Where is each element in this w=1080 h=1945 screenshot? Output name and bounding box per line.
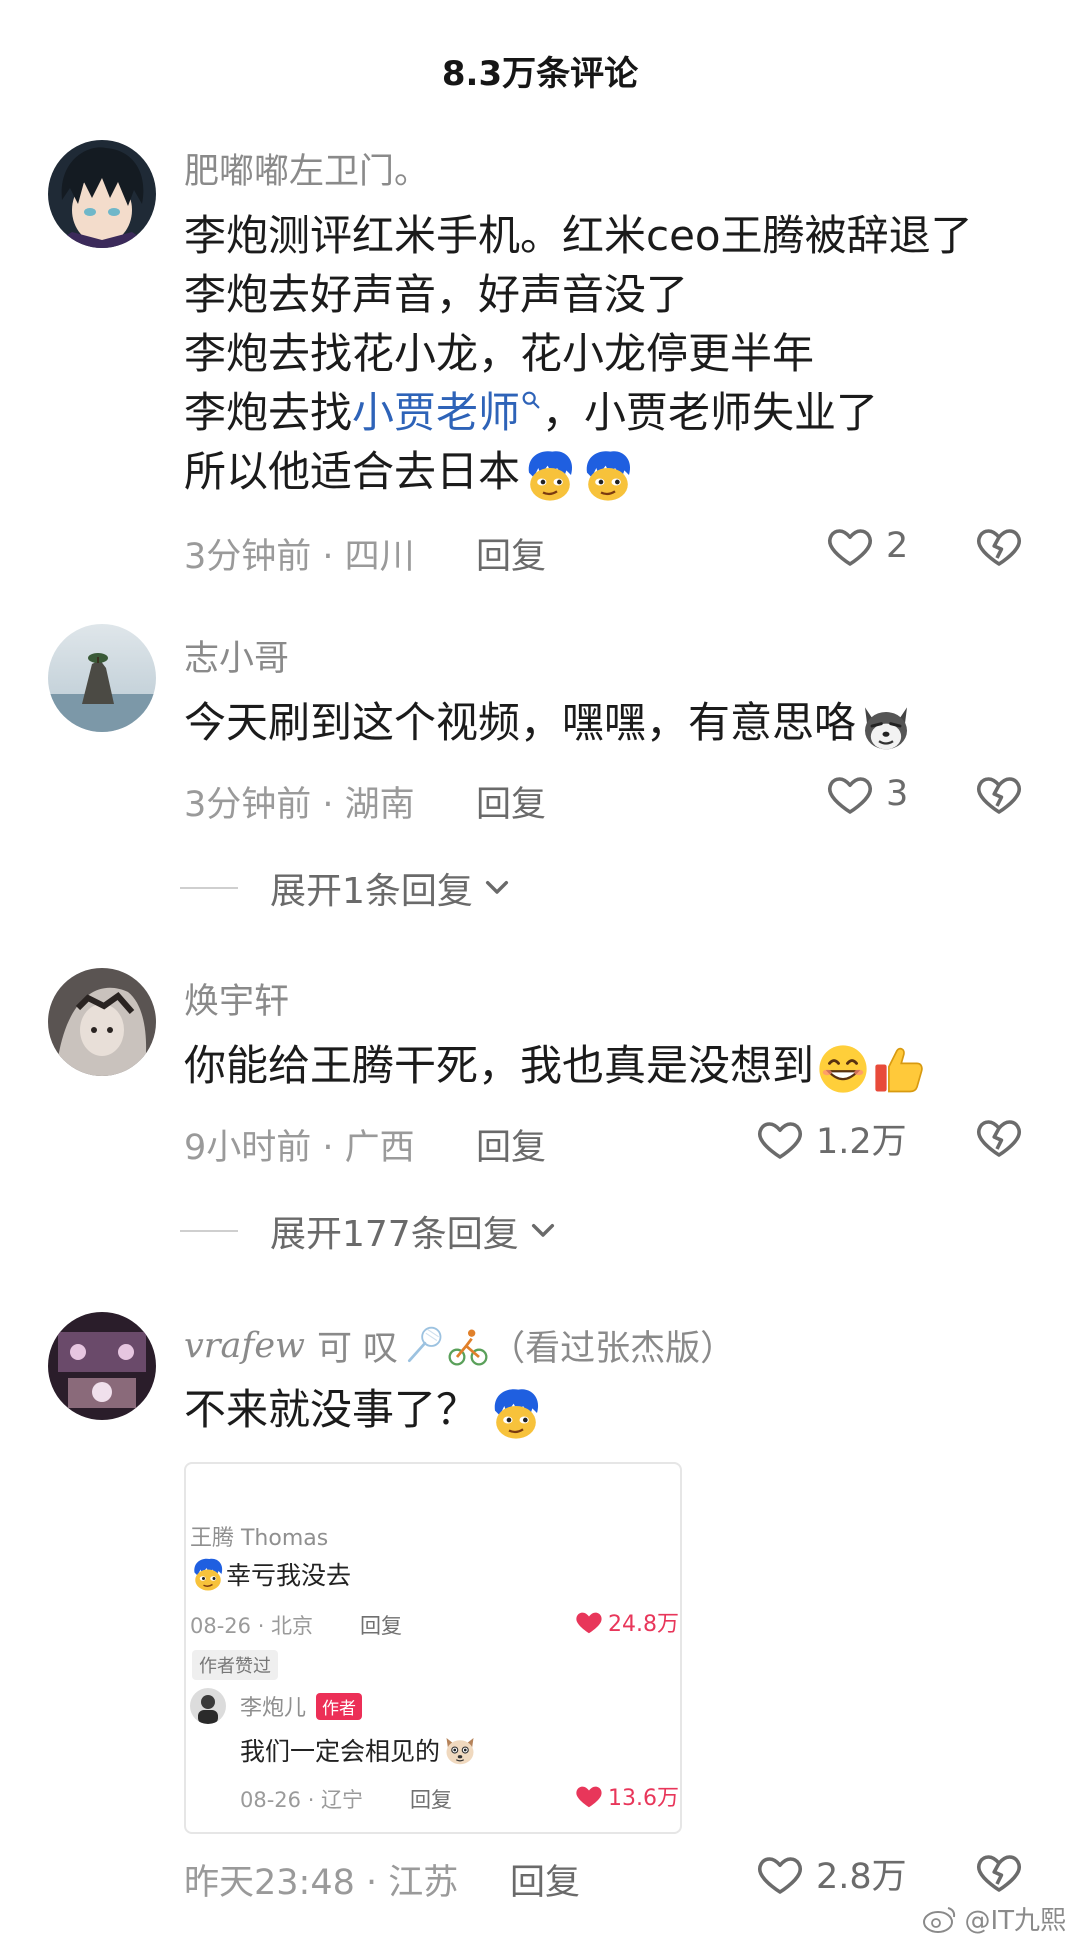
reply-avatar bbox=[190, 1688, 226, 1724]
heart-icon bbox=[826, 770, 874, 818]
reply-button[interactable]: 回复 bbox=[510, 1854, 580, 1905]
reply-text: 我们一定会相见的 bbox=[240, 1732, 478, 1768]
expand-replies-label: 展开177条回复 bbox=[270, 1214, 519, 1255]
user-avatar[interactable] bbox=[48, 140, 156, 248]
blue-hair-emoji-icon bbox=[522, 447, 578, 503]
quoted-like: 24.8万 bbox=[574, 1606, 679, 1638]
heart-filled-icon bbox=[574, 1607, 604, 1637]
comment-line: 李炮去找小贾老师 ，小贾老师失业了 bbox=[184, 383, 973, 442]
reply-like: 13.6万 bbox=[574, 1780, 679, 1812]
like-button[interactable]: 3 bbox=[826, 770, 908, 818]
comment-text-segment: 李炮去找 bbox=[184, 388, 353, 437]
quoted-username: 王腾 Thomas bbox=[190, 1526, 329, 1551]
blue-hair-emoji-icon bbox=[488, 1385, 544, 1441]
quoted-meta: 08-26 · 北京 bbox=[190, 1614, 314, 1638]
search-icon[interactable] bbox=[520, 389, 542, 411]
like-count: 3 bbox=[886, 774, 909, 814]
like-button[interactable]: 2 bbox=[826, 522, 908, 570]
watermark-text: @IT九熙 bbox=[964, 1906, 1066, 1936]
username[interactable]: 肥嘟嘟左卫门。 bbox=[184, 143, 429, 194]
cyclist-icon bbox=[448, 1329, 488, 1365]
username[interactable]: 志小哥 bbox=[184, 630, 289, 681]
comment-text-segment: 你能给王腾干死，我也真是没想到 bbox=[184, 1041, 815, 1090]
dislike-button[interactable] bbox=[975, 770, 1023, 822]
broken-heart-icon bbox=[975, 1848, 1023, 1896]
comment-text: 今天刷到这个视频，嘿嘿，有意思咯 bbox=[184, 693, 914, 754]
divider bbox=[180, 1230, 238, 1232]
expand-replies-button[interactable]: 展开1条回复 bbox=[180, 862, 513, 914]
comment-meta: 昨天23:48 · 江苏 bbox=[184, 1863, 459, 1903]
chevron-down-icon bbox=[481, 872, 513, 904]
author-liked-badge: 作者赞过 bbox=[192, 1650, 278, 1680]
comment-meta: 3分钟前 · 四川 bbox=[184, 537, 415, 577]
username: 可 叹 bbox=[317, 1329, 399, 1369]
quoted-like-count: 24.8万 bbox=[608, 1612, 679, 1637]
dog-emoji-icon bbox=[442, 1732, 478, 1768]
blue-hair-emoji-icon bbox=[580, 447, 636, 503]
reply-username: 李炮儿 bbox=[240, 1696, 307, 1721]
username[interactable]: 焕宇轩 bbox=[184, 973, 289, 1024]
comment-text-segment: ，小贾老师失业了 bbox=[542, 388, 879, 437]
comment-text-segment: 所以他适合去日本 bbox=[184, 447, 521, 496]
comment-line: 李炮去好声音，好声音没了 bbox=[184, 270, 689, 319]
watermark: @IT九熙 bbox=[922, 1900, 1066, 1937]
username-suffix: （看过张杰版） bbox=[490, 1329, 736, 1369]
broken-heart-icon bbox=[975, 770, 1023, 818]
quoted-reply-button: 回复 bbox=[360, 1614, 402, 1638]
heart-filled-icon bbox=[574, 1781, 604, 1811]
like-button[interactable]: 2.8万 bbox=[756, 1848, 907, 1899]
weibo-logo-icon bbox=[923, 1906, 956, 1933]
reply-button[interactable]: 回复 bbox=[476, 1119, 546, 1170]
divider bbox=[180, 887, 238, 889]
comment-text-segment: 不来就没事了？ bbox=[184, 1385, 479, 1434]
author-badge: 作者 bbox=[316, 1692, 363, 1720]
quoted-comment-segment: 幸亏我没去 bbox=[226, 1561, 352, 1590]
comment-line: 所以他适合去日本 bbox=[184, 442, 973, 503]
expand-replies-button[interactable]: 展开177条回复 bbox=[180, 1205, 559, 1257]
badminton-icon bbox=[408, 1326, 442, 1362]
reply-button[interactable]: 回复 bbox=[476, 776, 546, 827]
reply-username-row: 李炮儿 作者 bbox=[240, 1690, 363, 1722]
like-button[interactable]: 1.2万 bbox=[756, 1113, 907, 1164]
quoted-comment-text: 幸亏我没去 bbox=[190, 1556, 351, 1592]
thumbs-up-emoji-icon bbox=[872, 1042, 926, 1096]
husky-emoji-icon bbox=[858, 698, 914, 754]
quoted-screenshot-card[interactable]: 王腾 Thomas 幸亏我没去 08-26 · 北京 回复 24.8万 作者赞过… bbox=[184, 1462, 682, 1834]
dislike-button[interactable] bbox=[975, 1848, 1023, 1900]
reply-text-segment: 我们一定会相见的 bbox=[240, 1737, 441, 1766]
comment-text: 不来就没事了？ bbox=[184, 1380, 544, 1441]
heart-icon bbox=[756, 1850, 804, 1898]
user-avatar[interactable] bbox=[48, 1312, 156, 1420]
user-avatar[interactable] bbox=[48, 968, 156, 1076]
comment-meta: 9小时前 · 广西 bbox=[184, 1128, 415, 1168]
like-count: 2.8万 bbox=[816, 1857, 907, 1897]
dislike-button[interactable] bbox=[975, 1113, 1023, 1165]
username-row[interactable]: vrafew 可 叹 （看过张杰版） bbox=[184, 1320, 735, 1371]
reply-meta: 08-26 · 辽宁 bbox=[240, 1788, 364, 1812]
comment-line: 李炮测评红米手机。红米ceo王腾被辞退了 bbox=[184, 211, 973, 260]
comment-meta: 3分钟前 · 湖南 bbox=[184, 785, 415, 825]
expand-replies-label: 展开1条回复 bbox=[270, 871, 473, 912]
grin-emoji-icon bbox=[816, 1042, 870, 1096]
like-count: 2 bbox=[886, 526, 909, 566]
heart-icon bbox=[826, 522, 874, 570]
like-count: 1.2万 bbox=[816, 1122, 907, 1162]
search-link[interactable]: 小贾老师 bbox=[352, 388, 520, 437]
broken-heart-icon bbox=[975, 1113, 1023, 1161]
comment-text: 李炮测评红米手机。红米ceo王腾被辞退了 李炮去好声音，好声音没了 李炮去找花小… bbox=[184, 206, 973, 503]
comment-text: 你能给王腾干死，我也真是没想到 bbox=[184, 1036, 926, 1096]
dislike-button[interactable] bbox=[975, 522, 1023, 574]
reply-like-count: 13.6万 bbox=[608, 1786, 679, 1811]
comment-line: 李炮去找花小龙，花小龙停更半年 bbox=[184, 329, 815, 378]
broken-heart-icon bbox=[975, 522, 1023, 570]
chevron-down-icon bbox=[527, 1215, 559, 1247]
user-avatar[interactable] bbox=[48, 624, 156, 732]
username-script: vrafew bbox=[184, 1325, 305, 1366]
blue-hair-emoji-icon bbox=[190, 1556, 226, 1592]
reply-reply-button: 回复 bbox=[410, 1788, 452, 1812]
reply-button[interactable]: 回复 bbox=[476, 528, 546, 579]
comments-count-title: 8.3万条评论 bbox=[441, 53, 639, 94]
comment-text-segment: 今天刷到这个视频，嘿嘿，有意思咯 bbox=[184, 698, 857, 747]
heart-icon bbox=[756, 1115, 804, 1163]
